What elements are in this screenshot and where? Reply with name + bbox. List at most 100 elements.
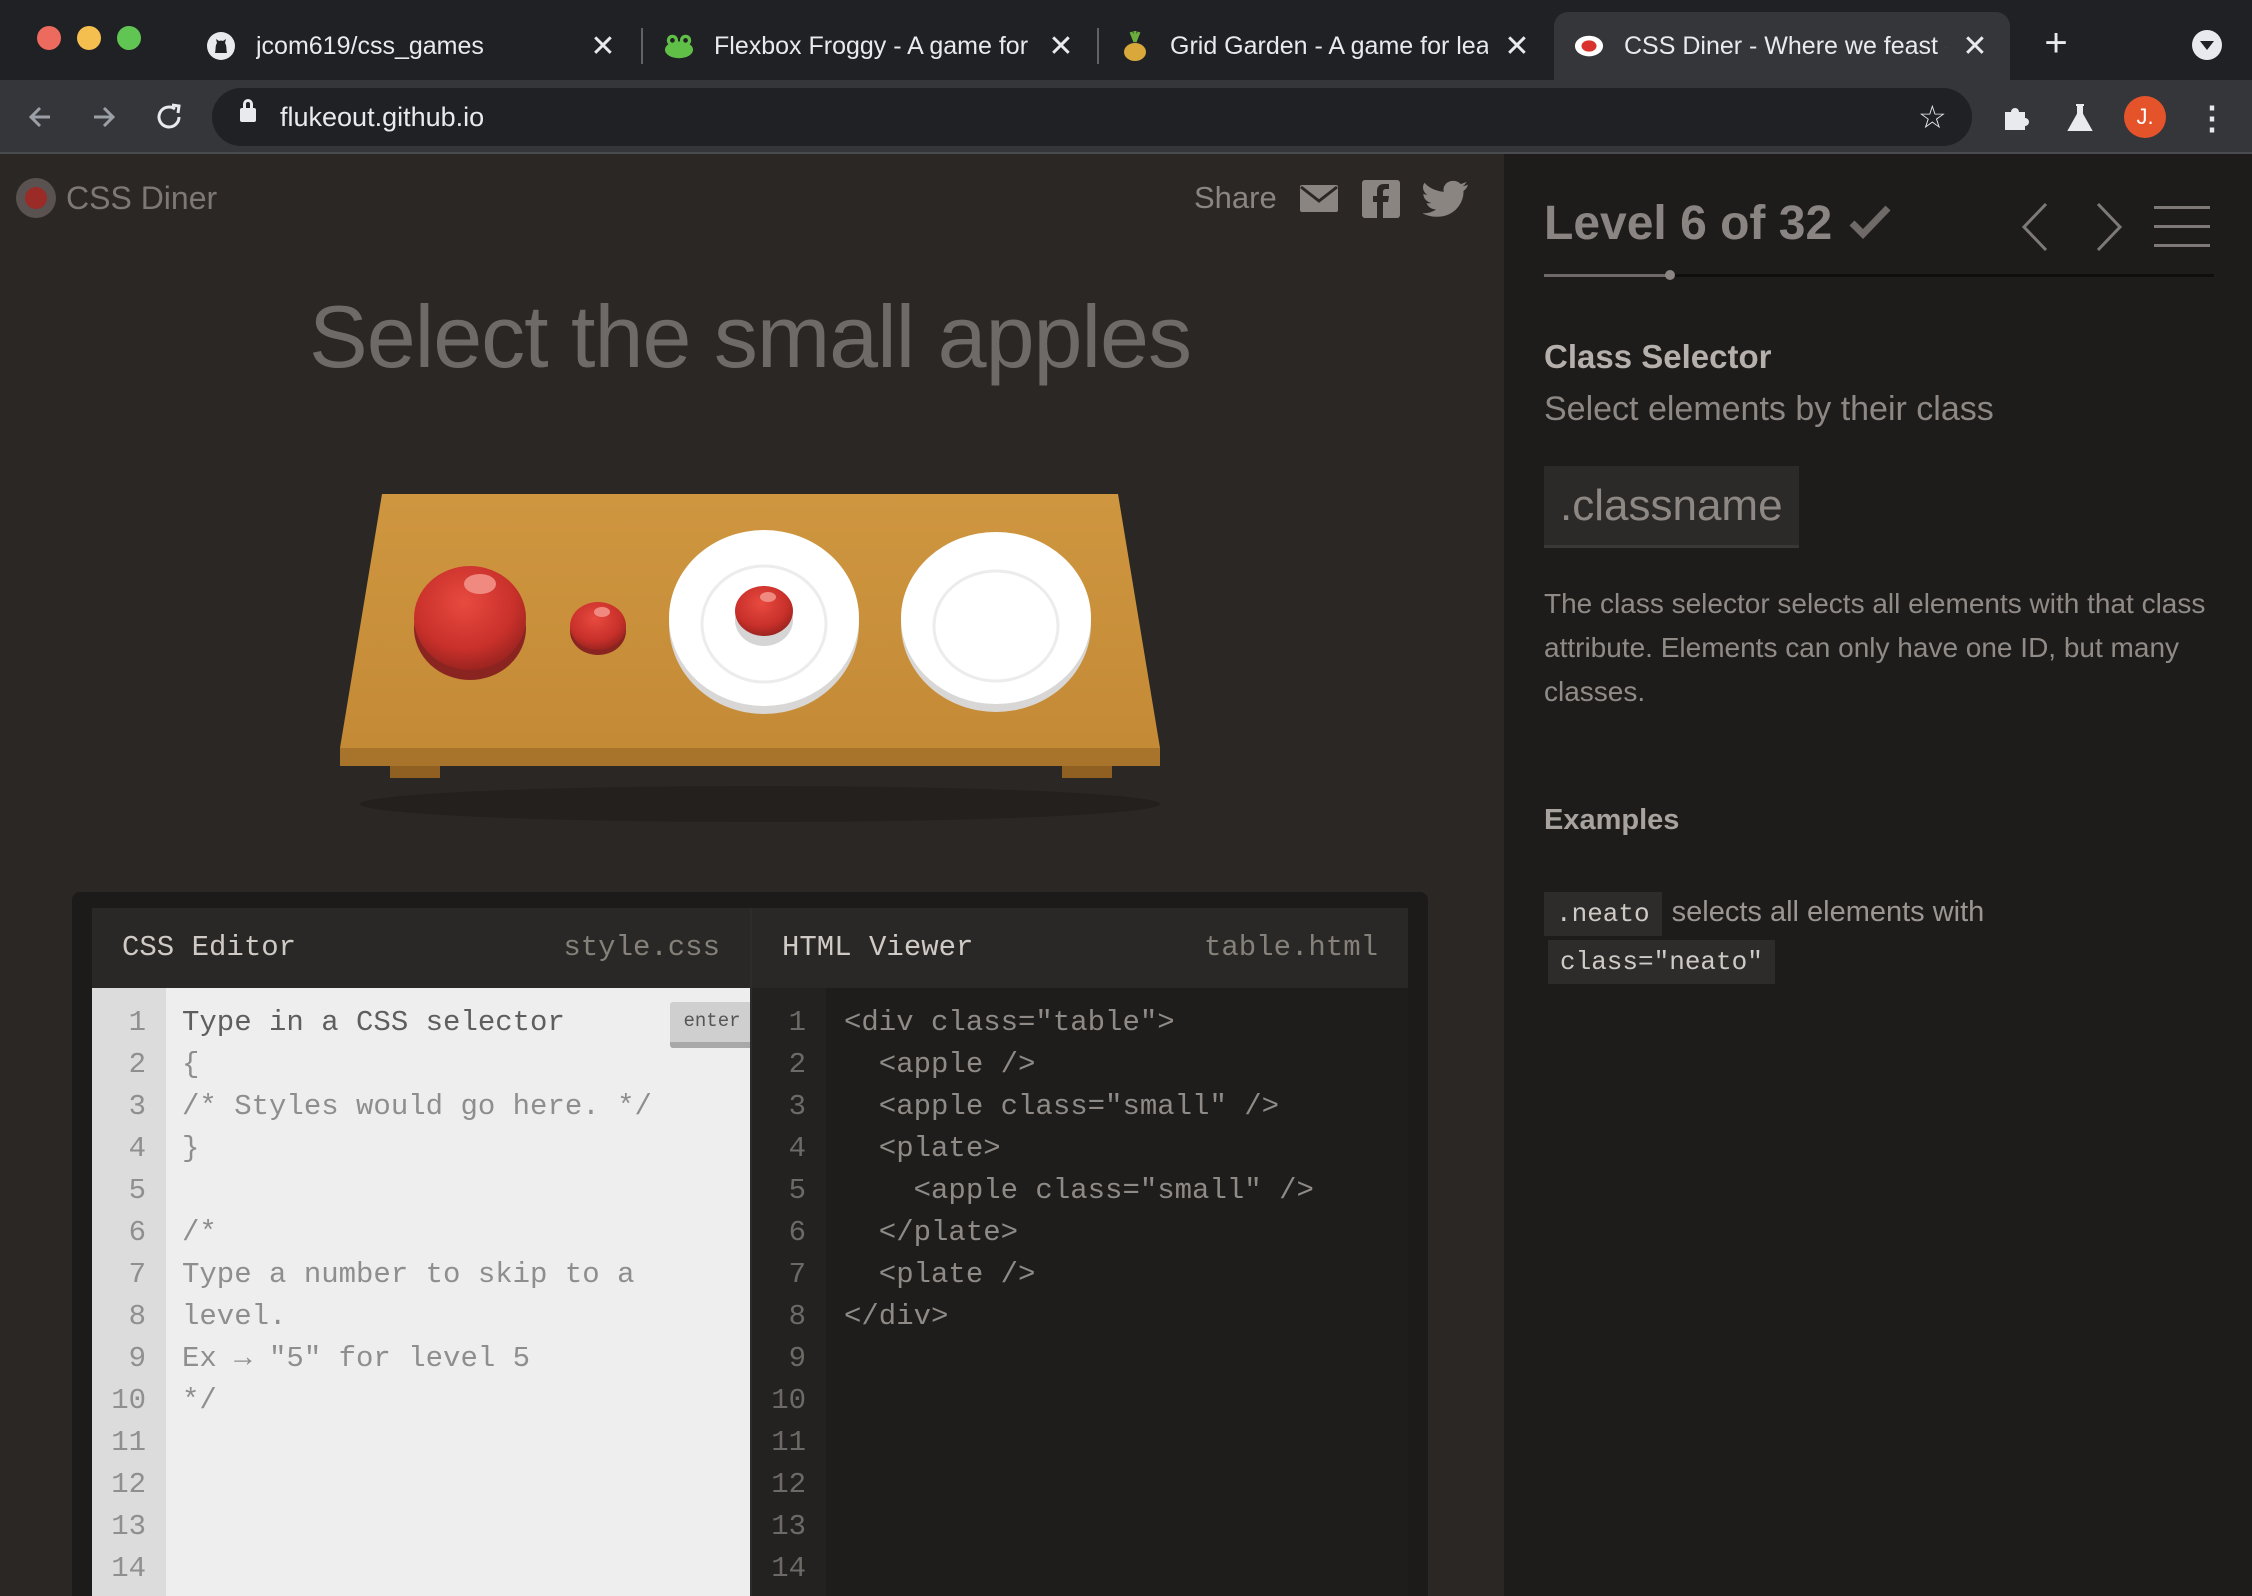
menu-line — [2154, 225, 2210, 228]
maximize-window-button[interactable] — [117, 26, 141, 50]
line-number: 6 — [788, 1216, 806, 1249]
tab-separator — [641, 28, 643, 64]
share-label: Share — [1194, 180, 1277, 215]
browser-tab-grid-garden[interactable]: Grid Garden - A game for lea ✕ — [1100, 12, 1552, 80]
apple[interactable] — [414, 566, 526, 680]
close-tab-icon[interactable]: ✕ — [1502, 29, 1532, 64]
line-number: 11 — [771, 1426, 806, 1459]
level-progress-bar — [1544, 270, 2214, 280]
twitter-icon[interactable] — [1421, 180, 1468, 217]
line-number: 9 — [788, 1342, 806, 1375]
line-number: 13 — [771, 1510, 806, 1543]
minimize-window-button[interactable] — [77, 26, 101, 50]
code-line: <apple class="small" /> — [844, 1174, 1314, 1207]
facebook-icon[interactable] — [1361, 180, 1401, 218]
dining-table — [340, 494, 1160, 822]
email-icon[interactable] — [1299, 180, 1339, 216]
line-number: 1 — [788, 1006, 806, 1039]
bookmark-star-icon[interactable]: ☆ — [1918, 88, 1947, 146]
line-number: 4 — [788, 1132, 806, 1165]
browser-tab-github[interactable]: jcom619/css_games ✕ — [186, 12, 638, 80]
profile-avatar[interactable]: J. — [2124, 96, 2166, 138]
example-continuation: class="neato" — [1548, 940, 1785, 984]
share-bar: Share — [1194, 180, 1468, 218]
line-number: 11 — [111, 1426, 146, 1459]
line-number: 8 — [788, 1300, 806, 1333]
order-instruction: Select the small apples — [309, 287, 1192, 386]
code-line: Type a number to skip to a — [182, 1258, 635, 1291]
line-number: 3 — [128, 1090, 146, 1123]
levels-menu-icon[interactable] — [2154, 204, 2210, 250]
diner-plate-icon — [1574, 31, 1604, 61]
html-viewer: 1 2 3 4 5 6 7 8 9 10 11 12 13 14 <div class="table"> … — [750, 988, 1408, 1596]
close-window-button[interactable] — [37, 26, 61, 50]
labs-flask-icon[interactable] — [2062, 100, 2098, 136]
html-viewer-header: HTML Viewer table.html — [750, 908, 1408, 988]
new-tab-button[interactable]: + — [2036, 18, 2076, 68]
small-apple[interactable] — [570, 602, 626, 655]
completed-check-icon — [1849, 205, 1891, 239]
line-number: 10 — [771, 1384, 806, 1417]
table-edge — [340, 748, 1160, 766]
url-text[interactable]: flukeout.github.io — [280, 88, 484, 146]
forward-icon[interactable] — [82, 96, 124, 138]
game-area: CSS Diner Share Select the small apples — [0, 154, 1504, 1596]
line-number: 7 — [128, 1258, 146, 1291]
code-line: level. — [182, 1300, 287, 1333]
html-file-name: table.html — [1203, 931, 1378, 964]
menu-kebab-icon[interactable]: ⋮ — [2196, 98, 2228, 138]
browser-toolbar: flukeout.github.io ☆ J. ⋮ — [0, 80, 2252, 154]
line-number: 14 — [771, 1552, 806, 1585]
back-icon[interactable] — [20, 96, 62, 138]
code-line: } — [182, 1132, 200, 1165]
previous-level-icon[interactable] — [2016, 200, 2056, 254]
help-sidebar: Level 6 of 32 Class Selector Select elem… — [1504, 154, 2252, 1596]
example: .neato selects all elements with — [1544, 886, 2224, 938]
close-tab-icon[interactable]: ✕ — [1960, 29, 1990, 64]
examples-title: Examples — [1544, 804, 1680, 836]
logo-plate-icon — [16, 178, 56, 218]
selector-hint: The class selector selects all elements … — [1544, 588, 2206, 707]
line-number: 14 — [111, 1552, 146, 1585]
next-level-icon[interactable] — [2088, 200, 2128, 254]
menu-line — [2154, 244, 2210, 247]
css-editor[interactable]: 1 2 3 4 5 6 7 8 9 10 11 12 13 14 Type in a CSS select… — [92, 988, 754, 1596]
tab-title: jcom619/css_games — [256, 31, 484, 60]
line-number: 2 — [788, 1048, 806, 1081]
css-selector-input[interactable]: Type in a CSS selector — [182, 1002, 565, 1044]
selector-syntax: .classname — [1544, 466, 1799, 548]
extensions-icon[interactable] — [1999, 100, 2035, 136]
github-icon — [206, 31, 236, 61]
address-bar[interactable]: flukeout.github.io ☆ — [212, 88, 1972, 146]
site-logo[interactable]: CSS Diner — [16, 178, 217, 218]
plate[interactable] — [901, 532, 1091, 712]
close-tab-icon[interactable]: ✕ — [588, 29, 618, 64]
small-apple[interactable] — [735, 586, 793, 646]
line-number: 12 — [771, 1468, 806, 1501]
close-tab-icon[interactable]: ✕ — [1046, 29, 1076, 64]
line-number-gutter: 1 2 3 4 5 6 7 8 9 10 11 12 13 14 — [92, 988, 166, 1596]
reload-icon[interactable] — [148, 96, 190, 138]
code-line: { — [182, 1048, 200, 1081]
line-number: 7 — [788, 1258, 806, 1291]
code-line: */ — [182, 1384, 217, 1417]
code-line: <plate> — [844, 1132, 1001, 1165]
browser-tab-css-diner[interactable]: CSS Diner - Where we feast o ✕ — [1554, 12, 2010, 80]
browser-tab-flexbox-froggy[interactable]: Flexbox Froggy - A game for ✕ — [644, 12, 1096, 80]
table-leg — [390, 766, 440, 778]
lock-icon[interactable] — [240, 99, 256, 122]
line-number: 9 — [128, 1342, 146, 1375]
html-viewer-title: HTML Viewer — [782, 931, 974, 964]
example-code: class="neato" — [1548, 940, 1775, 984]
line-number: 6 — [128, 1216, 146, 1249]
code-line: /* — [182, 1216, 217, 1249]
line-number: 3 — [788, 1090, 806, 1123]
example-code: .neato — [1544, 892, 1662, 936]
enter-button[interactable]: enter — [670, 1002, 754, 1048]
plate[interactable] — [669, 530, 859, 714]
line-number: 8 — [128, 1300, 146, 1333]
line-number: 5 — [128, 1174, 146, 1207]
menu-line — [2154, 206, 2210, 209]
tab-search-icon[interactable] — [2192, 30, 2222, 60]
line-number: 10 — [111, 1384, 146, 1417]
